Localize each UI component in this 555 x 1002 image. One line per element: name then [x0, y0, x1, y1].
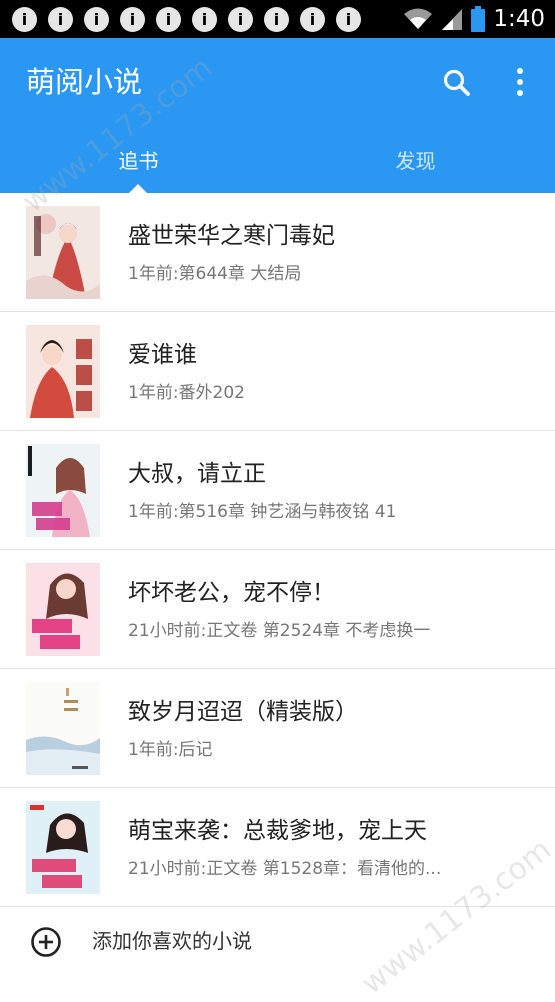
book-item[interactable]: 爱谁谁 1年前:番外202: [0, 312, 555, 431]
book-item[interactable]: 大叔，请立正 1年前:第516章 钟艺涵与韩夜铭 41: [0, 431, 555, 550]
add-novel-label: 添加你喜欢的小说: [92, 929, 252, 953]
notification-icons: i i i i i i i i i i: [12, 7, 361, 32]
battery-icon: [471, 6, 486, 32]
signal-icon: [442, 9, 463, 30]
book-item[interactable]: 盛世荣华之寒门毒妃 1年前:第644章 大结局: [0, 193, 555, 312]
wifi-icon: [404, 8, 433, 29]
notification-icon: i: [300, 7, 325, 32]
notification-icon: i: [84, 7, 109, 32]
add-circle-icon: [31, 927, 61, 957]
tab-discover[interactable]: 发现: [277, 136, 554, 193]
book-update: 1年前:第516章 钟艺涵与韩夜铭 41: [128, 502, 397, 522]
status-bar: i i i i i i i i i i 1:40: [0, 0, 555, 38]
book-item[interactable]: 坏坏老公，宠不停！ 21小时前:正文卷 第2524章 不考虑换一: [0, 550, 555, 669]
book-update: 1年前:番外202: [128, 383, 245, 403]
app-bar: 萌阅小说 追书 发现: [0, 38, 555, 193]
notification-icon: i: [48, 7, 73, 32]
book-title: 大叔，请立正: [128, 461, 266, 487]
more-vert-icon: [517, 68, 523, 96]
book-update: 1年前:第644章 大结局: [128, 264, 302, 284]
notification-icon: i: [192, 7, 217, 32]
book-cover: [26, 563, 100, 656]
book-title: 坏坏老公，宠不停！: [128, 580, 335, 606]
book-update: 21小时前:正文卷 第1528章：看清他的...: [128, 859, 442, 879]
app-title: 萌阅小说: [26, 65, 143, 99]
clock: 1:40: [493, 6, 545, 32]
book-item[interactable]: 致岁月迢迢（精装版） 1年前:后记: [0, 669, 555, 788]
book-cover: [26, 206, 100, 299]
book-update: 1年前:后记: [128, 740, 213, 760]
book-cover: [26, 682, 100, 775]
notification-icon: i: [12, 7, 37, 32]
book-update: 21小时前:正文卷 第2524章 不考虑换一: [128, 621, 431, 641]
book-cover: [26, 325, 100, 418]
book-cover: [26, 801, 100, 894]
more-options-button[interactable]: [505, 66, 535, 100]
notification-icon: i: [120, 7, 145, 32]
selected-tab-indicator: [129, 184, 147, 193]
search-button[interactable]: [440, 66, 474, 100]
book-title: 萌宝来袭：总裁爹地，宠上天: [128, 818, 427, 844]
book-title: 爱谁谁: [128, 342, 197, 368]
book-list: 盛世荣华之寒门毒妃 1年前:第644章 大结局 爱谁谁 1年前:番外202 大叔…: [0, 193, 555, 907]
search-icon: [443, 69, 470, 96]
notification-icon: i: [264, 7, 289, 32]
book-title: 盛世荣华之寒门毒妃: [128, 223, 335, 249]
add-novel-button[interactable]: 添加你喜欢的小说: [0, 911, 555, 973]
book-title: 致岁月迢迢（精装版）: [128, 699, 358, 725]
notification-icon: i: [156, 7, 181, 32]
book-cover: [26, 444, 100, 537]
notification-icon: i: [228, 7, 253, 32]
book-item[interactable]: 萌宝来袭：总裁爹地，宠上天 21小时前:正文卷 第1528章：看清他的...: [0, 788, 555, 907]
status-right: 1:40: [403, 4, 545, 34]
notification-icon: i: [336, 7, 361, 32]
